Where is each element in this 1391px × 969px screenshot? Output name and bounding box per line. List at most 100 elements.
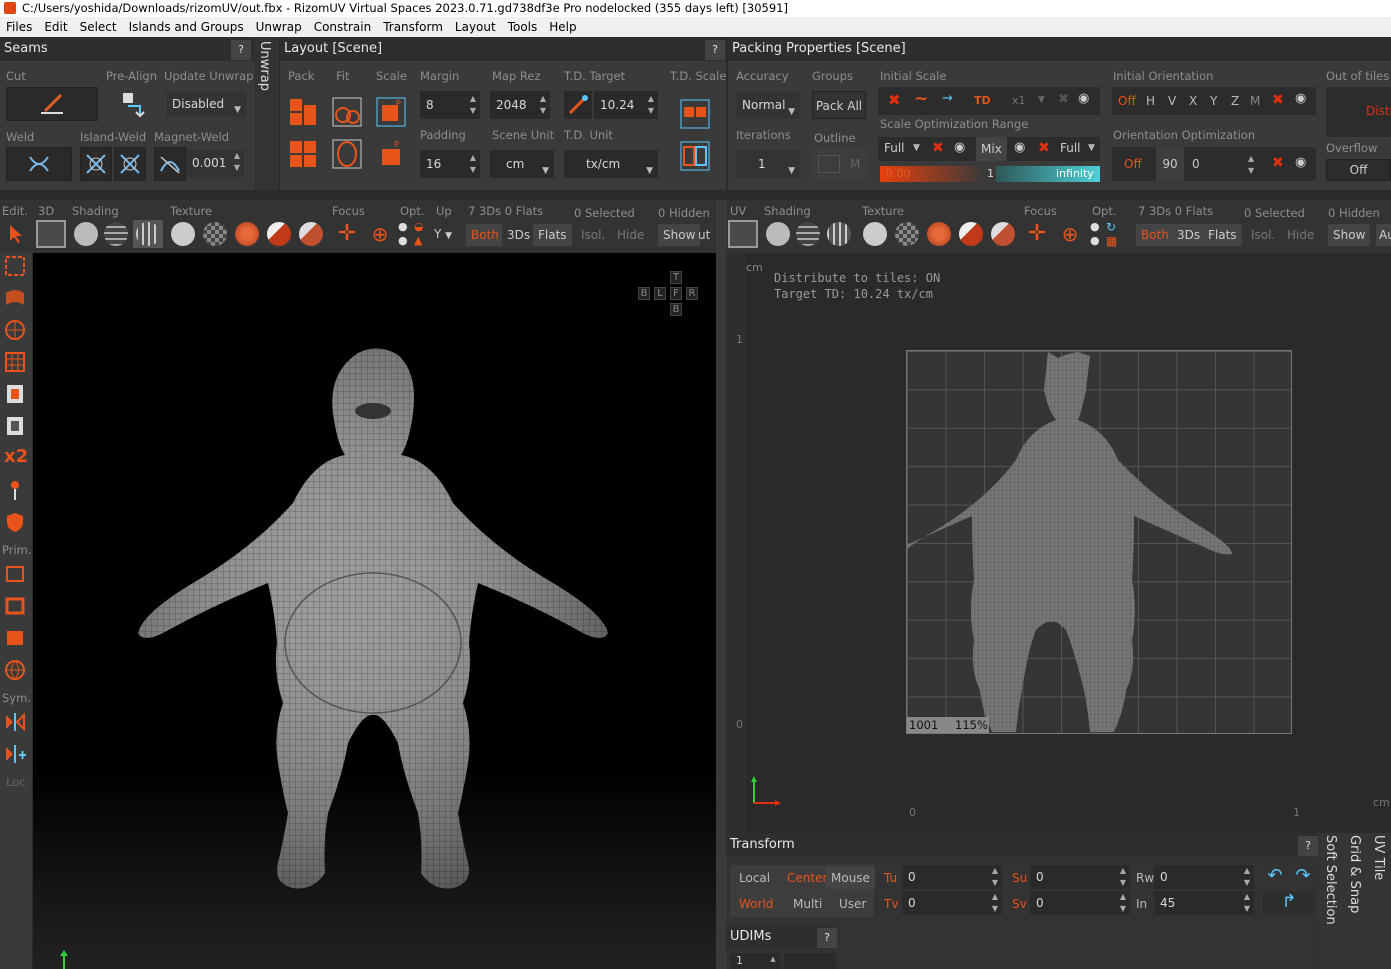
pack-all-button[interactable]: Pack All <box>812 91 866 119</box>
pack-groups-icon[interactable] <box>288 139 318 169</box>
uv-texture-none-icon[interactable] <box>863 222 887 246</box>
pin-icon[interactable] <box>4 479 26 501</box>
initial-scale-eye-icon[interactable]: ◉ <box>1078 91 1089 106</box>
scale-icon[interactable]: P <box>376 97 406 127</box>
viewuv-both-toggle[interactable]: Both <box>1136 224 1174 246</box>
uv-opt-light-icon[interactable]: ● ● <box>1090 220 1102 248</box>
scale-opt-eye1-icon[interactable]: ◉ <box>954 140 965 155</box>
menu-files[interactable]: Files <box>0 20 38 34</box>
rw-input[interactable]: 0 ▲ ▼ <box>1154 865 1254 889</box>
view-cube-back[interactable]: B <box>638 287 650 300</box>
menu-select[interactable]: Select <box>74 20 123 34</box>
symmetry-icon[interactable] <box>4 711 26 733</box>
transform-help-button[interactable]: ? <box>1298 836 1318 856</box>
orientation-opt-value[interactable]: 0 <box>1192 157 1200 171</box>
uv-focus-selection-icon[interactable]: ⊕ <box>1055 220 1085 248</box>
orientation-opt-spinner[interactable]: ▲ ▼ <box>1248 153 1254 177</box>
overflow-select[interactable]: Off <box>1326 159 1391 181</box>
in-spinner[interactable]: ▲ ▼ <box>1242 891 1252 915</box>
su-input[interactable]: 0 ▲ ▼ <box>1030 865 1130 889</box>
padding-spinner[interactable]: ▲ ▼ <box>468 152 478 178</box>
scale-alt-icon[interactable]: P <box>376 139 406 169</box>
transform-user[interactable]: User <box>834 893 871 915</box>
scale-opt-clear1-icon[interactable]: ✖ <box>932 140 944 156</box>
island-weld-button[interactable] <box>80 147 112 181</box>
tab-grid-snap[interactable]: Grid & Snap <box>1344 833 1366 969</box>
viewuv-isol-button[interactable]: Isol. <box>1246 224 1280 246</box>
island-select-alt-icon[interactable] <box>4 415 26 437</box>
initial-scale-wave-icon[interactable]: ∼ <box>914 89 928 109</box>
distribute-button[interactable]: Distribute <box>1326 87 1391 137</box>
scale-opt-full2[interactable]: Full <box>1060 141 1081 155</box>
map-rez-spinner[interactable]: ▲ ▼ <box>538 93 548 119</box>
td-target-input[interactable]: 10.24 ▲ ▼ <box>594 91 658 119</box>
transform-center[interactable]: Center <box>782 867 832 889</box>
margin-spinner[interactable]: ▲ ▼ <box>468 93 478 119</box>
uv-opt-grid-icon[interactable]: ↻ ▦ <box>1106 220 1120 248</box>
tu-input[interactable]: 0 ▲ ▼ <box>902 865 1002 889</box>
viewuv-show-button[interactable]: Show <box>1328 224 1371 246</box>
menu-tools[interactable]: Tools <box>502 20 544 34</box>
margin-input[interactable]: 8 ▲ ▼ <box>420 91 480 119</box>
view-cube[interactable]: T B L F R B <box>636 271 698 319</box>
scale-range-slider[interactable]: 0.00 1 infinity <box>880 166 1100 182</box>
texture-stretch-icon[interactable] <box>235 222 259 246</box>
shading-wire-icon[interactable] <box>104 222 128 246</box>
accuracy-select[interactable]: Normal <box>736 91 800 126</box>
transform-local[interactable]: Local <box>734 867 775 889</box>
viewuv-auto-button[interactable]: Au <box>1376 224 1391 246</box>
pack-icon[interactable] <box>288 97 318 127</box>
magnet-weld-spinner[interactable]: ▲ ▼ <box>232 150 242 177</box>
sphere-select-icon[interactable] <box>4 319 26 341</box>
initial-scale-off-icon[interactable]: ✖ <box>888 91 901 109</box>
scale-opt-full1[interactable]: Full <box>884 141 905 155</box>
frame-view-icon[interactable] <box>36 220 66 248</box>
udims-second-field[interactable] <box>784 953 836 969</box>
orientation-clear-icon[interactable]: ✖ <box>1272 92 1284 108</box>
td-scale-icon[interactable] <box>680 99 710 129</box>
fit-icon[interactable] <box>332 97 362 127</box>
view-cube-top[interactable]: T <box>670 271 682 284</box>
shading-wireframe-active-icon[interactable] <box>133 220 163 248</box>
scale-opt-full2-dropdown-icon[interactable]: ▼ <box>1088 143 1095 153</box>
scene-unit-select[interactable]: cm <box>490 150 554 185</box>
uv-shading-wireframe-icon[interactable] <box>827 222 851 246</box>
view-cube-front[interactable]: F <box>670 287 682 300</box>
scale-opt-clear2-icon[interactable]: ✖ <box>1038 140 1050 156</box>
select-tool-icon[interactable] <box>4 223 26 245</box>
orientation-x[interactable]: X <box>1189 94 1197 108</box>
seams-help-button[interactable]: ? <box>231 40 251 60</box>
menu-transform[interactable]: Transform <box>377 20 449 34</box>
prim-globe-icon[interactable] <box>4 659 26 681</box>
orientation-opt-step[interactable]: 90 <box>1156 147 1184 181</box>
udims-spinner[interactable]: ▲ <box>768 953 778 969</box>
menu-unwrap[interactable]: Unwrap <box>250 20 308 34</box>
uv-texture-custom-icon[interactable] <box>991 222 1015 246</box>
view3d-flats-toggle[interactable]: Flats <box>533 224 572 246</box>
td-scale-apply-icon[interactable] <box>680 141 710 171</box>
opt-cone-icon[interactable]: ◒ ▲ <box>414 220 428 248</box>
orientation-opt-eye-icon[interactable]: ◉ <box>1295 155 1306 170</box>
viewport-uv[interactable]: cm Distribute to tiles: ON Target TD: 10… <box>726 253 1391 833</box>
view3d-3ds-toggle[interactable]: 3Ds <box>502 224 536 246</box>
viewuv-3ds-toggle[interactable]: 3Ds <box>1172 224 1206 246</box>
cut-button[interactable] <box>6 87 98 121</box>
view-cube-left[interactable]: L <box>654 287 666 300</box>
orientation-y[interactable]: Y <box>1210 94 1217 108</box>
uv-focus-all-icon[interactable]: ✛ <box>1022 220 1052 248</box>
menu-constrain[interactable]: Constrain <box>308 20 378 34</box>
sv-spinner[interactable]: ▲ ▼ <box>1118 891 1128 915</box>
orientation-v[interactable]: V <box>1168 94 1176 108</box>
orientation-m[interactable]: M <box>1250 94 1260 108</box>
orientation-opt-off[interactable]: Off <box>1124 157 1142 171</box>
up-axis-select[interactable]: Y ▼ <box>434 220 462 248</box>
texture-none-icon[interactable] <box>171 222 195 246</box>
rotate-ccw-icon[interactable]: ↶ <box>1262 865 1288 889</box>
texture-image-icon[interactable] <box>267 222 291 246</box>
iterations-select[interactable]: 1 <box>736 150 800 185</box>
rotate-custom-icon[interactable]: ↱ <box>1262 891 1316 915</box>
td-unit-select[interactable]: tx/cm <box>564 150 658 185</box>
transform-multi[interactable]: Multi <box>788 893 827 915</box>
focus-selection-icon[interactable]: ⊕ <box>365 220 395 248</box>
box-select-icon[interactable] <box>4 255 26 277</box>
